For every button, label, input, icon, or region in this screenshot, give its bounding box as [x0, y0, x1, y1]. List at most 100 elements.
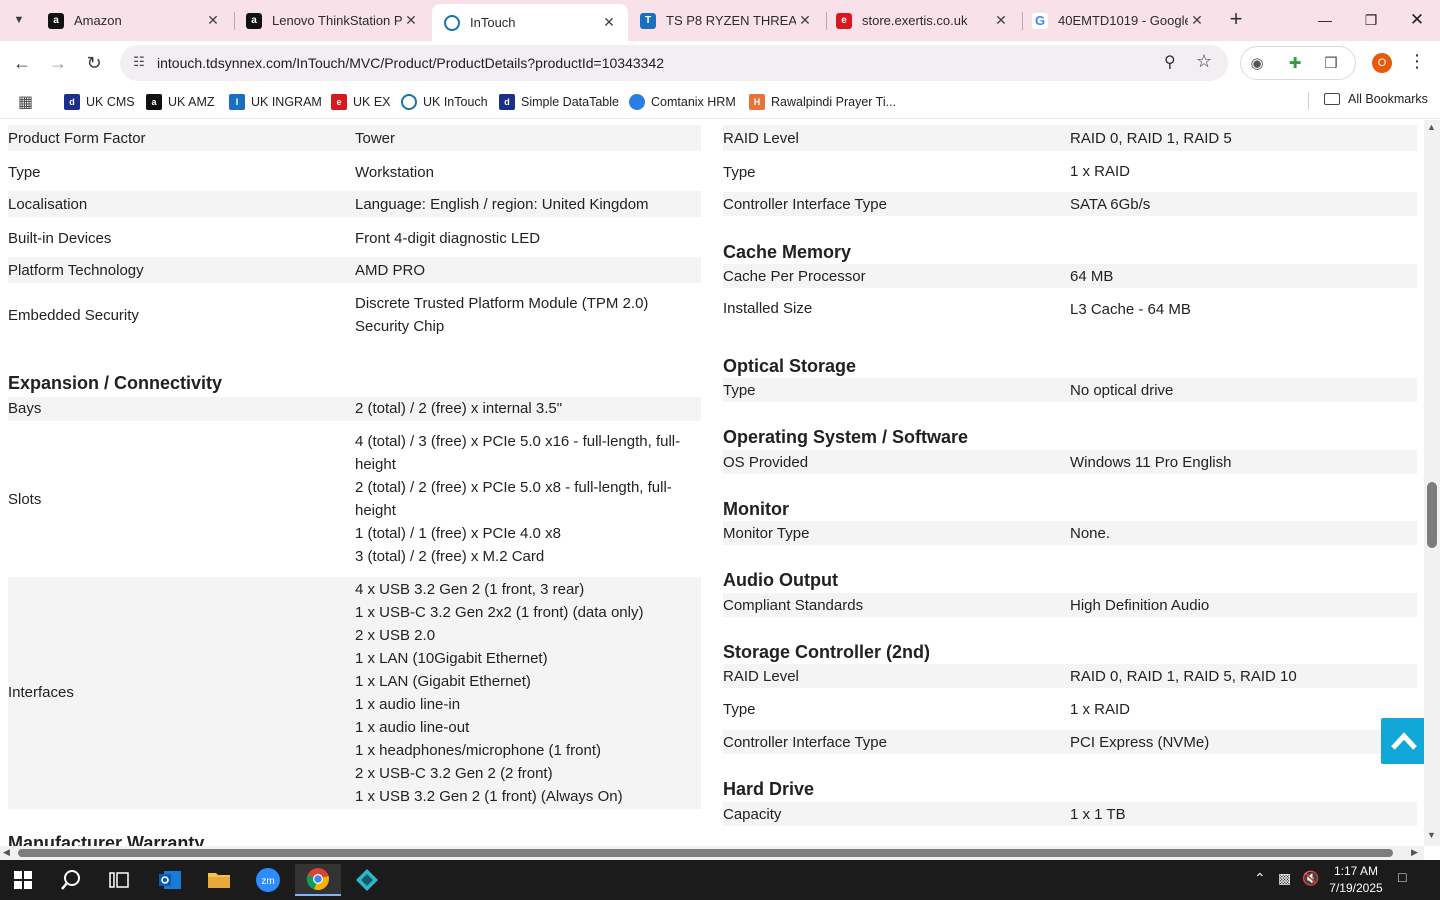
back-to-top-button[interactable]	[1381, 718, 1427, 764]
section-title-audio: Audio Output	[723, 570, 838, 590]
tab-amazon[interactable]: a Amazon ✕	[36, 4, 232, 37]
scroll-up-arrow-icon[interactable]: ▲	[1427, 122, 1436, 132]
spec-row: Controller Interface Type SATA 6Gb/s	[723, 192, 1417, 216]
tab-ts-p8[interactable]: T TS P8 RYZEN THREADRI ✕	[628, 4, 824, 37]
prayer-icon: H	[749, 94, 765, 110]
close-window-button[interactable]: ✕	[1394, 0, 1440, 40]
tab-exertis[interactable]: e store.exertis.co.uk ✕	[824, 4, 1020, 37]
bookmark-uk-ingram[interactable]: I UK INGRAM	[229, 92, 322, 112]
comtanix-icon	[629, 94, 645, 110]
spec-row: Type Workstation	[8, 164, 434, 181]
scroll-down-arrow-icon[interactable]: ▼	[1427, 830, 1436, 840]
tab-strip: ▼ a Amazon ✕ a Lenovo ThinkStation P8 ✕ …	[0, 0, 1440, 41]
maximize-button[interactable]: ❐	[1348, 0, 1394, 40]
horizontal-scrollbar[interactable]: ◀ ▶	[0, 846, 1424, 860]
scroll-right-arrow-icon[interactable]: ▶	[1411, 847, 1418, 858]
bookmark-comtanix-hrm[interactable]: Comtanix HRM	[629, 92, 736, 112]
site-info-icon[interactable]: ☷	[130, 54, 148, 72]
tab-title: 40EMTD1019 - Google	[1058, 13, 1188, 28]
vertical-scrollbar[interactable]: ▲ ▼	[1424, 120, 1440, 846]
tab-title: TS P8 RYZEN THREADRI	[666, 13, 796, 28]
bookmark-uk-cms[interactable]: d UK CMS	[64, 92, 135, 112]
chrome-icon[interactable]	[295, 864, 341, 896]
tab-title: InTouch	[470, 15, 516, 30]
product-specs: Product Form Factor Tower Type Workstati…	[0, 120, 1424, 846]
tdsynnex-icon: d	[64, 94, 80, 110]
minimize-button[interactable]: —	[1302, 0, 1348, 40]
address-bar[interactable]: ☷ intouch.tdsynnex.com/InTouch/MVC/Produ…	[120, 45, 1228, 81]
section-title-os: Operating System / Software	[723, 427, 969, 447]
intouch-icon	[444, 14, 460, 31]
intouch-icon	[401, 94, 417, 110]
spec-row: Platform Technology AMD PRO	[8, 257, 701, 283]
profile-avatar[interactable]: O	[1372, 53, 1392, 73]
network-icon[interactable]: ▩	[1278, 870, 1291, 887]
bookmark-star-icon[interactable]: ☆	[1196, 51, 1212, 72]
bookmark-rawalpindi-prayer[interactable]: H Rawalpindi Prayer Ti...	[749, 92, 896, 112]
amazon-icon: a	[246, 12, 262, 29]
browser-toolbar: ← → ↻ ☷ intouch.tdsynnex.com/InTouch/MVC…	[0, 41, 1440, 85]
apps-grid-icon[interactable]: ▦	[18, 92, 33, 112]
spec-row: Interfaces 4 x USB 3.2 Gen 2 (1 front, 3…	[8, 577, 701, 809]
spec-row: Controller Interface Type PCI Express (N…	[723, 730, 1417, 754]
section-title-monitor: Monitor	[723, 499, 789, 519]
windows-start-icon[interactable]	[0, 864, 46, 896]
outlook-icon[interactable]	[147, 864, 193, 896]
scroll-left-arrow-icon[interactable]: ◀	[3, 847, 10, 858]
spec-row: Embedded Security Discrete Trusted Platf…	[8, 295, 649, 335]
section-title-warranty: Manufacturer Warranty	[8, 833, 205, 846]
spec-row: Cache Per Processor 64 MB	[723, 264, 1417, 288]
tab-lenovo-amazon[interactable]: a Lenovo ThinkStation P8 ✕	[234, 4, 430, 37]
close-icon[interactable]: ✕	[402, 12, 420, 29]
extensions-group: ◉ ✚ ❒	[1240, 46, 1356, 80]
bookmarks-bar: ▦ d UK CMS a UK AMZ I UK INGRAM e UK EX UK I…	[0, 85, 1440, 119]
spec-row: OS Provided Windows 11 Pro English	[723, 450, 1417, 474]
spec-row: RAID Level RAID 0, RAID 1, RAID 5	[723, 125, 1417, 151]
forward-button[interactable]: →	[44, 49, 72, 77]
zoom-app-icon[interactable]: zm	[245, 864, 291, 896]
bookmark-simple-datatable[interactable]: d Simple DataTable	[499, 92, 619, 112]
url-text[interactable]: intouch.tdsynnex.com/InTouch/MVC/Product…	[157, 55, 664, 71]
file-explorer-icon[interactable]	[196, 864, 242, 896]
back-button[interactable]: ←	[8, 49, 36, 77]
zoom-icon[interactable]: ⚲	[1164, 52, 1176, 72]
tab-intouch[interactable]: InTouch ✕	[432, 4, 628, 41]
reload-button[interactable]: ↻	[80, 49, 108, 77]
translate-icon[interactable]: ◉	[1247, 54, 1267, 74]
close-icon[interactable]: ✕	[992, 12, 1010, 29]
task-view-icon[interactable]	[96, 864, 142, 896]
app-diamond-icon[interactable]	[344, 864, 390, 896]
spec-row: Bays 2 (total) / 2 (free) x internal 3.5…	[8, 397, 701, 421]
tab-search-chevron-icon[interactable]: ▼	[6, 7, 32, 33]
section-title-cache: Cache Memory	[723, 242, 852, 262]
vertical-scroll-thumb[interactable]	[1427, 482, 1437, 548]
tab-title: Amazon	[74, 13, 122, 28]
tab-title: Lenovo ThinkStation P8	[272, 13, 402, 28]
extension-plus-icon[interactable]: ✚	[1285, 54, 1305, 74]
spec-row: Type 1 x RAID	[723, 701, 1131, 718]
close-icon[interactable]: ✕	[1188, 12, 1206, 29]
taskbar-clock[interactable]: 1:17 AM 7/19/2025	[1318, 863, 1394, 897]
bookmark-uk-intouch[interactable]: UK InTouch	[401, 92, 488, 112]
close-icon[interactable]: ✕	[204, 12, 222, 29]
google-icon: G	[1032, 12, 1048, 29]
section-title-storage-2nd: Storage Controller (2nd)	[723, 642, 931, 662]
search-icon[interactable]	[48, 864, 94, 896]
section-title-expansion: Expansion / Connectivity	[8, 373, 223, 393]
bookmark-uk-ex[interactable]: e UK EX	[331, 92, 391, 112]
chevron-up-icon[interactable]: ⌃	[1254, 870, 1266, 887]
menu-dots-icon[interactable]: ⋮	[1408, 51, 1426, 72]
bookmark-uk-amz[interactable]: a UK AMZ	[146, 92, 215, 112]
close-icon[interactable]: ✕	[600, 14, 618, 31]
close-icon[interactable]: ✕	[796, 12, 814, 29]
section-title-hard-drive: Hard Drive	[723, 779, 815, 799]
new-tab-button[interactable]: +	[1224, 8, 1248, 32]
horizontal-scroll-thumb[interactable]	[18, 849, 1393, 857]
tab-google[interactable]: G 40EMTD1019 - Google ✕	[1020, 4, 1216, 37]
exertis-icon: e	[836, 12, 852, 29]
volume-muted-icon[interactable]: 🔇	[1302, 870, 1319, 887]
notifications-icon[interactable]: □	[1398, 869, 1406, 885]
all-bookmarks-button[interactable]: All Bookmarks	[1324, 92, 1428, 106]
puzzle-icon[interactable]: ❒	[1321, 54, 1341, 74]
spec-row: Type 1 x RAID	[723, 163, 1131, 181]
